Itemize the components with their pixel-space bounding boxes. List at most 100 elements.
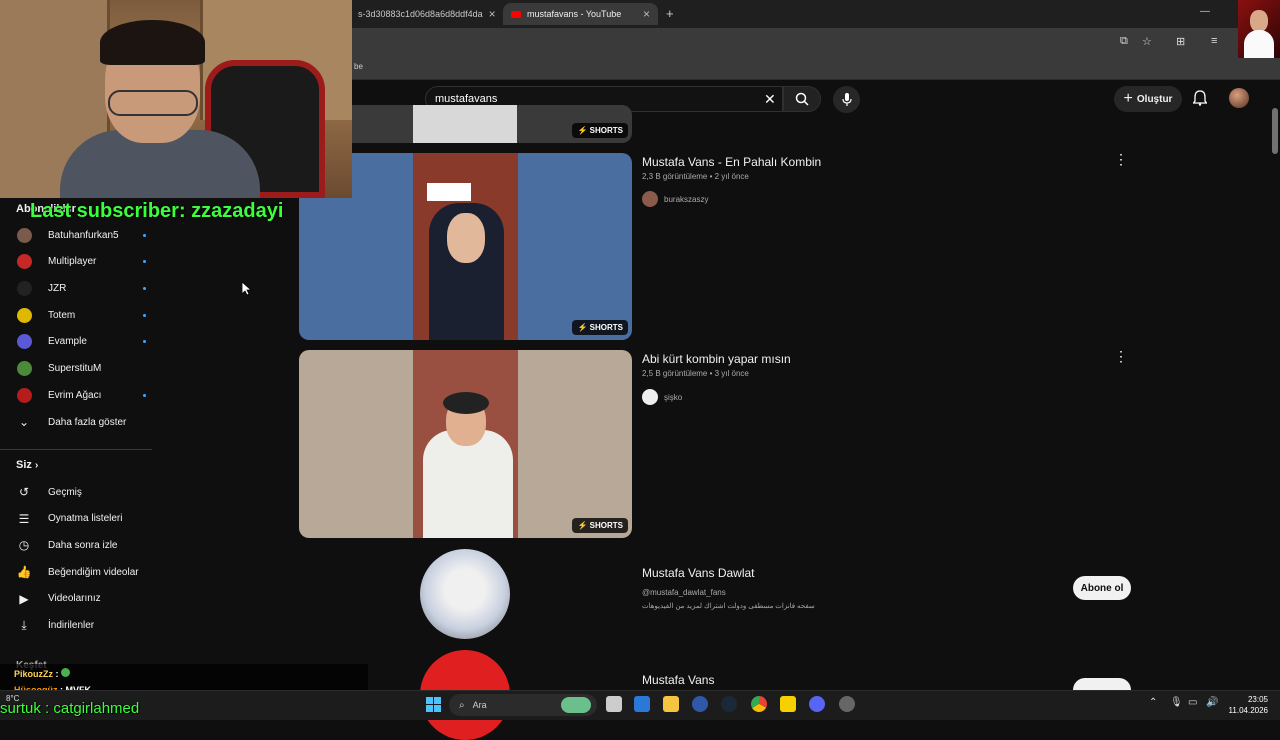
account-avatar[interactable]	[1229, 88, 1249, 108]
channel-name: şişko	[664, 392, 683, 402]
channel-avatar	[16, 227, 32, 243]
minimize-icon[interactable]: —	[1200, 6, 1210, 17]
channel-avatar	[16, 280, 32, 296]
channel-name: Batuhanfurkan5	[48, 229, 119, 241]
sidebar-item[interactable]: ▶ Videolarınız	[16, 586, 146, 612]
discord-icon[interactable]	[809, 696, 825, 712]
last-subscriber-overlay: Last subscriber: zzazadayi	[30, 200, 284, 222]
new-content-dot-icon	[143, 260, 146, 264]
new-tab-icon[interactable]: +	[666, 6, 674, 21]
sidebar-divider	[0, 449, 152, 450]
badge-label: SHORTS	[589, 126, 623, 135]
video-title[interactable]: Abi kürt kombin yapar mısın	[642, 352, 791, 366]
steam-icon[interactable]	[721, 696, 737, 712]
video-thumbnail[interactable]: ⚡ SHORTS	[299, 350, 632, 538]
channel-link[interactable]: burakszaszy	[642, 191, 708, 207]
sidebar-item[interactable]: 👍 Beğendiğim videolar	[16, 559, 146, 585]
notifications-bell-icon[interactable]	[1192, 90, 1208, 111]
channel-name: JZR	[48, 282, 67, 294]
channel-name: Multiplayer	[48, 256, 97, 268]
video-title[interactable]: Mustafa Vans - En Pahalı Kombin	[642, 155, 821, 169]
sidebar-channel[interactable]: Evample	[16, 329, 146, 355]
channel-avatar	[16, 361, 32, 377]
channel-link[interactable]: şişko	[642, 389, 682, 405]
new-content-dot-icon	[143, 233, 146, 237]
new-content-dot-icon	[143, 286, 146, 290]
app-icon[interactable]	[839, 696, 855, 712]
playlist-icon: ☰	[18, 511, 30, 526]
view-count: 2,5 B görüntüleme	[642, 369, 708, 378]
bookmark-item[interactable]: be	[354, 62, 363, 71]
you-section-header[interactable]: Siz ›	[16, 459, 38, 471]
sidebar-channel[interactable]: Batuhanfurkan5	[16, 222, 146, 248]
clear-search-icon[interactable]: ✕	[764, 91, 776, 108]
channel-title[interactable]: Mustafa Vans	[642, 673, 714, 687]
channel-avatar-large[interactable]	[420, 549, 510, 639]
channel-avatar	[16, 334, 32, 350]
create-label: Oluştur	[1136, 93, 1173, 105]
overlay-recent-event: surtuk : catgirlahmed	[0, 700, 140, 717]
voice-search-button[interactable]	[833, 86, 860, 113]
tab-title: mustafavans - YouTube	[527, 9, 622, 19]
close-tab-icon[interactable]: ×	[489, 7, 496, 21]
sidebar-channel[interactable]: SuperstituM	[16, 356, 146, 382]
windows-start-icon[interactable]	[426, 697, 441, 717]
subscribe-button[interactable]: Abone ol	[1073, 576, 1131, 600]
browser-tab-2[interactable]: mustafavans - YouTube ×	[503, 3, 658, 25]
scrollbar-thumb[interactable]	[1272, 108, 1278, 154]
search-icon: ⌕	[459, 699, 465, 711]
chat-emote-icon	[61, 668, 71, 677]
sidebar-item[interactable]: ◷ Daha sonra izle	[16, 532, 146, 558]
show-more-button[interactable]: ⌄ Daha fazla göster	[16, 409, 146, 435]
sidebar-item[interactable]: ↺ Geçmiş	[16, 479, 146, 505]
taskbar-search[interactable]: ⌕ Ara	[449, 694, 597, 716]
sidebar-item-label: Videolarınız	[48, 593, 101, 605]
sidebar-item[interactable]: ⤓ İndirilenler	[16, 613, 146, 639]
taskbar-clock[interactable]: 23:05 11.04.2026	[1228, 694, 1268, 716]
shorts-badge: ⚡ SHORTS	[572, 123, 628, 138]
channel-avatar	[642, 191, 658, 207]
app-icon[interactable]	[692, 696, 708, 712]
sticky-notes-icon[interactable]	[780, 696, 796, 712]
clock-time: 23:05	[1247, 695, 1268, 704]
mouse-cursor-icon	[241, 281, 253, 301]
clock-date: 11.04.2026	[1228, 706, 1268, 715]
webcam-overlay	[0, 0, 352, 198]
media-icon[interactable]: ≡	[1211, 35, 1217, 47]
thumbs-up-icon: 👍	[16, 565, 32, 580]
sidebar-channel[interactable]: Multiplayer	[16, 249, 146, 275]
search-button[interactable]	[783, 86, 821, 112]
channel-description: سفحه فانزات مسطفى ودولت اشتراك لمزيد من …	[642, 603, 815, 610]
subscribe-button[interactable]	[1073, 678, 1131, 690]
sidebar-item[interactable]: ☰ Oynatma listeleri	[16, 506, 146, 532]
more-options-icon[interactable]: ⋮	[1114, 152, 1128, 166]
tray-chevron-icon[interactable]: ⌃	[1149, 697, 1157, 708]
sidebar-item-label: Oynatma listeleri	[48, 513, 123, 525]
volume-icon[interactable]: 🔊	[1206, 697, 1218, 708]
microphone-tray-icon[interactable]: 🎙	[1170, 697, 1183, 708]
sidebar-channel[interactable]: Totem	[16, 302, 146, 328]
microphone-icon	[841, 92, 852, 106]
chrome-icon[interactable]	[751, 696, 767, 712]
calculator-icon[interactable]	[634, 696, 650, 712]
bookmark-star-icon[interactable]: ☆	[1142, 35, 1152, 48]
channel-avatar	[16, 387, 32, 403]
task-view-icon[interactable]	[606, 696, 622, 712]
more-options-icon[interactable]: ⋮	[1114, 349, 1128, 363]
clock-icon: ◷	[18, 538, 30, 553]
network-icon[interactable]: ▭	[1188, 697, 1197, 708]
download-icon: ⤓	[21, 618, 27, 632]
search-icon	[795, 92, 809, 106]
create-button[interactable]: + Oluştur	[1114, 86, 1182, 112]
sidebar-channel[interactable]: Evrim Ağacı	[16, 382, 146, 408]
browser-tab-1[interactable]: s-3d30883c1d06d8a6d8ddf4da ×	[350, 3, 500, 25]
install-icon[interactable]: ⧉	[1120, 35, 1128, 48]
file-explorer-icon[interactable]	[663, 696, 679, 712]
close-tab-icon[interactable]: ×	[643, 7, 650, 21]
sidebar-channel[interactable]: JZR	[16, 275, 146, 301]
chevron-down-icon: ⌄	[18, 415, 30, 429]
extensions-icon[interactable]: ⊞	[1176, 35, 1185, 48]
sidebar-item-label: Geçmiş	[48, 486, 82, 498]
channel-title[interactable]: Mustafa Vans Dawlat	[642, 566, 755, 580]
youtube-favicon-icon	[511, 10, 521, 18]
